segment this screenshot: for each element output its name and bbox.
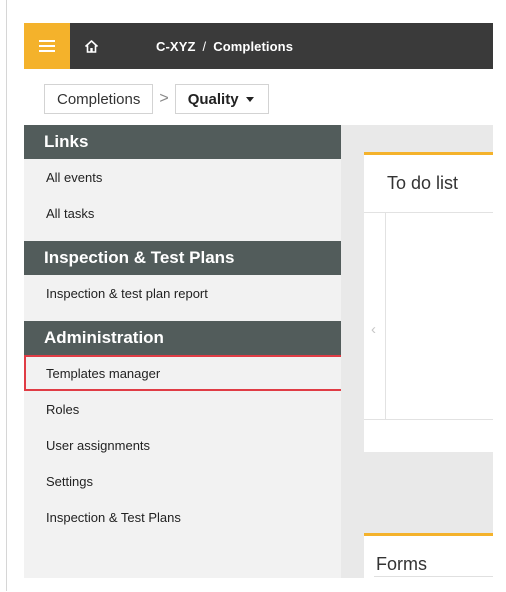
sidebar: Links All events All tasks Inspection & … xyxy=(24,125,344,578)
forms-card-title: Forms xyxy=(376,553,427,574)
breadcrumb-separator: / xyxy=(202,38,207,54)
breadcrumb-module[interactable]: Completions xyxy=(213,39,293,54)
home-icon xyxy=(84,39,98,53)
sidebar-item-itp-report[interactable]: Inspection & test plan report xyxy=(24,275,341,311)
forms-card: Forms xyxy=(364,533,493,578)
sidebar-item-all-events[interactable]: All events xyxy=(24,159,341,195)
sidebar-item-all-tasks[interactable]: All tasks xyxy=(24,195,341,231)
tab-quality-label: Quality xyxy=(187,90,239,108)
caret-down-icon xyxy=(245,96,254,102)
sidebar-item-roles[interactable]: Roles xyxy=(24,391,341,427)
sidebar-item-inspection-test-plans[interactable]: Inspection & Test Plans xyxy=(24,499,341,535)
hamburger-icon xyxy=(39,40,55,52)
chevron-left-icon[interactable]: ‹ xyxy=(371,321,376,338)
menu-button[interactable] xyxy=(24,23,70,69)
chevron-right-icon: > xyxy=(159,90,169,107)
sidebar-item-user-assignments[interactable]: User assignments xyxy=(24,427,341,463)
sub-navigation: Completions > Quality xyxy=(44,84,269,114)
tab-completions[interactable]: Completions xyxy=(44,84,154,114)
section-header-administration: Administration xyxy=(24,321,341,355)
sidebar-item-templates-manager[interactable]: Templates manager xyxy=(24,355,344,391)
tab-quality-dropdown[interactable]: Quality xyxy=(174,84,269,114)
todo-prev-column: ‹ xyxy=(364,213,386,419)
todo-card: To do list ‹ xyxy=(364,152,493,452)
breadcrumb-project[interactable]: C-XYZ xyxy=(156,39,196,54)
breadcrumb: C-XYZ / Completions xyxy=(156,23,293,69)
home-button[interactable] xyxy=(70,23,112,69)
section-header-inspection-test-plans: Inspection & Test Plans xyxy=(24,241,341,275)
todo-card-title: To do list xyxy=(387,172,459,193)
top-bar: C-XYZ / Completions xyxy=(24,23,493,69)
sidebar-item-settings[interactable]: Settings xyxy=(24,463,341,499)
section-header-links: Links xyxy=(24,125,341,159)
frame-border xyxy=(6,0,7,591)
